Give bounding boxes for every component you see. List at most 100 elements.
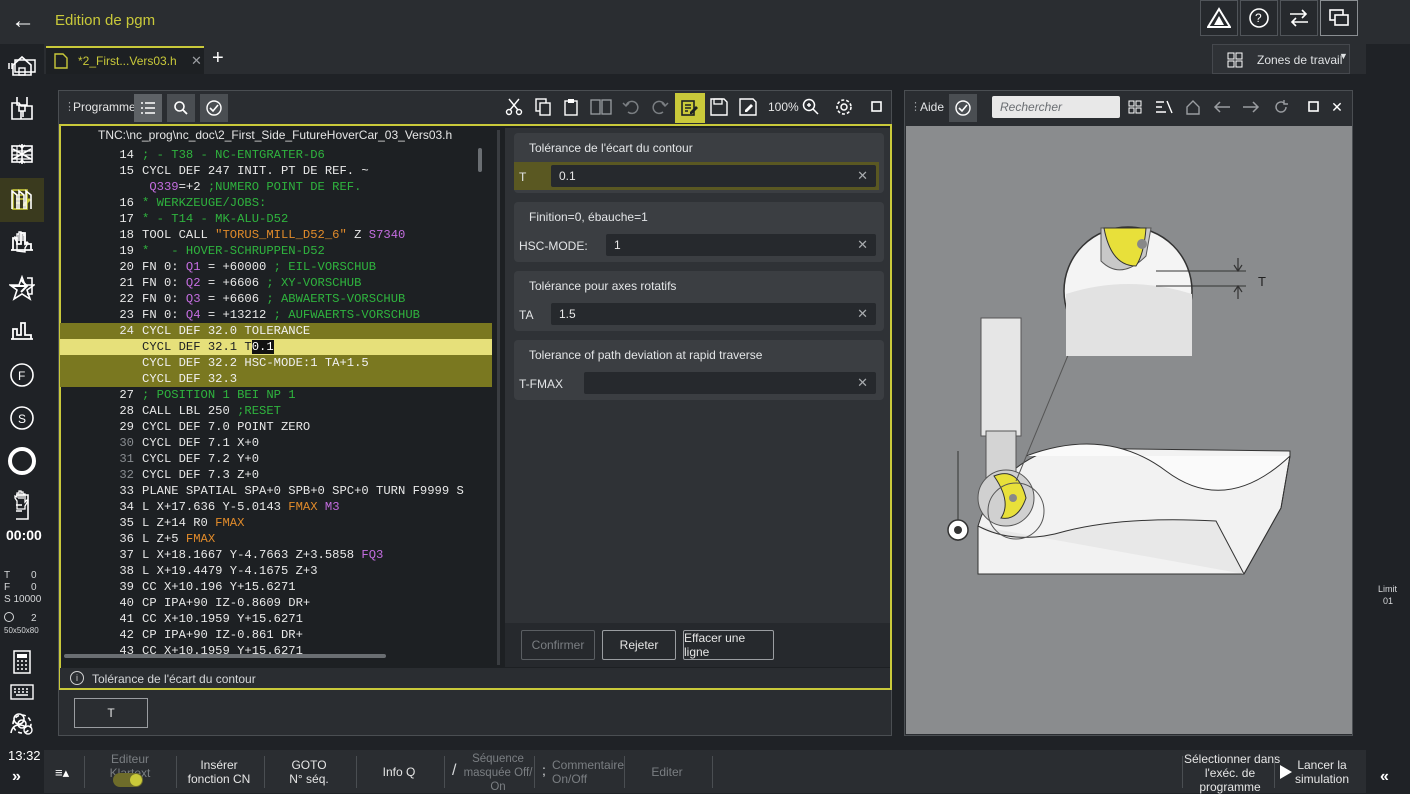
help-check-icon[interactable] xyxy=(949,94,977,122)
horizontal-scrollbar[interactable] xyxy=(64,654,386,658)
help-forward-icon[interactable] xyxy=(1240,96,1262,118)
comment-toggle-button[interactable]: Commentaire On/Off xyxy=(552,758,624,786)
save-as-icon[interactable] xyxy=(737,96,759,118)
warning-icon[interactable] xyxy=(1200,0,1238,36)
code-line[interactable]: CYCL DEF 32.1 T0.1 xyxy=(60,339,492,355)
confirm-button[interactable]: Confirmer xyxy=(521,630,595,660)
cut-icon[interactable] xyxy=(503,96,525,118)
help-filter-icon[interactable] xyxy=(1153,96,1175,118)
reject-button[interactable]: Rejeter xyxy=(602,630,676,660)
help-close-icon[interactable]: ✕ xyxy=(1326,96,1348,118)
close-tab-icon[interactable]: ✕ xyxy=(191,53,202,69)
help-icon[interactable]: ? xyxy=(1240,0,1278,36)
edit-form-icon[interactable] xyxy=(675,93,705,123)
undo-icon[interactable] xyxy=(620,96,642,118)
pane-divider[interactable] xyxy=(497,130,500,665)
masked-block-button[interactable]: Séquence masquée Off/ On xyxy=(462,752,534,794)
list-view-icon[interactable] xyxy=(134,94,162,122)
workspace-zones-dropdown[interactable]: Zones de travail ▼ xyxy=(1212,44,1350,74)
code-line[interactable]: CYCL DEF 32.3 xyxy=(60,371,492,387)
cycle-circle-icon[interactable] xyxy=(0,441,44,481)
redo-icon[interactable] xyxy=(649,96,671,118)
expand-chevrons-icon[interactable]: » xyxy=(12,768,21,786)
copy-icon[interactable] xyxy=(532,96,554,118)
clear-field-icon[interactable]: ✕ xyxy=(857,306,868,322)
code-line[interactable]: 33 PLANE SPATIAL SPA+0 SPB+0 SPC+0 TURN F… xyxy=(60,483,492,499)
help-back-icon[interactable] xyxy=(1211,96,1233,118)
favorites-star-icon[interactable] xyxy=(0,268,44,308)
vertical-scrollbar[interactable] xyxy=(478,148,482,172)
edit-button[interactable]: Editer xyxy=(626,765,708,779)
help-search-input[interactable]: Rechercher xyxy=(992,96,1120,118)
door-icon[interactable] xyxy=(0,487,44,527)
code-line[interactable]: 40 CP IPA+90 IZ-0.8609 DR+ xyxy=(60,595,492,611)
clear-line-button[interactable]: Effacer une ligne xyxy=(683,630,774,660)
code-line[interactable]: 19 * - HOVER-SCHRUPPEN-D52 xyxy=(60,243,492,259)
help-maximize-icon[interactable] xyxy=(1303,96,1325,118)
code-line[interactable]: 31 CYCL DEF 7.2 Y+0 xyxy=(60,451,492,467)
code-line[interactable]: 39 CC X+10.196 Y+15.6271 xyxy=(60,579,492,595)
tab-program-file[interactable]: *2_First...Vers03.h ✕ xyxy=(46,46,204,74)
t-key-button[interactable]: T xyxy=(74,698,148,728)
start-simulation-button[interactable]: Lancer la simulation xyxy=(1294,758,1350,786)
spindle-tool-icon[interactable] xyxy=(0,88,44,128)
code-line[interactable]: 42 CP IPA+90 IZ-0.861 DR+ xyxy=(60,627,492,643)
field-input[interactable]: 1 ✕ xyxy=(606,234,876,256)
code-line[interactable]: 20 FN 0: Q1 = +60000 ; EIL-VORSCHUB xyxy=(60,259,492,275)
nc-code-listing[interactable]: 14 ; - T38 - NC-ENTGRATER-D6 15 CYCL DEF 24… xyxy=(60,145,492,665)
code-line[interactable]: 34 L X+17.636 Y-5.0143 FMAX M3 xyxy=(60,499,492,515)
code-line[interactable]: 32 CYCL DEF 7.3 Z+0 xyxy=(60,467,492,483)
feed-override-icon[interactable]: F xyxy=(0,355,44,395)
code-line[interactable]: 29 CYCL DEF 7.0 POINT ZERO xyxy=(60,419,492,435)
panel-toggle-icon[interactable] xyxy=(0,46,44,86)
add-tab-icon[interactable]: + xyxy=(212,47,224,70)
spindle-override-icon[interactable]: S xyxy=(0,398,44,438)
clear-field-icon[interactable]: ✕ xyxy=(857,168,868,184)
collapse-chevrons-icon[interactable]: « xyxy=(1380,768,1389,786)
code-line[interactable]: 35 L Z+14 R0 FMAX xyxy=(60,515,492,531)
code-line[interactable]: 14 ; - T38 - NC-ENTGRATER-D6 xyxy=(60,147,492,163)
info-q-button[interactable]: Info Q xyxy=(358,765,440,779)
code-line[interactable]: 24 CYCL DEF 32.0 TOLERANCE xyxy=(60,323,492,339)
transfer-icon[interactable] xyxy=(1280,0,1318,36)
code-line[interactable]: 38 L X+19.4479 Y-4.1675 Z+3 xyxy=(60,563,492,579)
code-line[interactable]: 30 CYCL DEF 7.1 X+0 xyxy=(60,435,492,451)
code-line[interactable]: 41 CC X+10.1959 Y+15.6271 xyxy=(60,611,492,627)
field-input[interactable]: ✕ xyxy=(584,372,876,394)
code-line[interactable]: 15 CYCL DEF 247 INIT. PT DE REF. ~ xyxy=(60,163,492,179)
insert-nc-function-button[interactable]: Insérer fonction CN xyxy=(178,758,260,786)
code-line[interactable]: 21 FN 0: Q2 = +6606 ; XY-VORSCHUB xyxy=(60,275,492,291)
code-line[interactable]: 36 L Z+5 FMAX xyxy=(60,531,492,547)
code-line[interactable]: 22 FN 0: Q3 = +6606 ; ABWAERTS-VORSCHUB xyxy=(60,291,492,307)
code-line[interactable]: CYCL DEF 32.2 HSC-MODE:1 TA+1.5 xyxy=(60,355,492,371)
code-line[interactable]: 18 TOOL CALL "TORUS_MILL_D52_6" Z S7340 xyxy=(60,227,492,243)
field-input[interactable]: 1.5 ✕ xyxy=(551,303,876,325)
clear-field-icon[interactable]: ✕ xyxy=(857,237,868,253)
coolant-icon[interactable] xyxy=(0,134,44,174)
windows-icon[interactable] xyxy=(1320,0,1358,36)
goto-block-button[interactable]: GOTO N° séq. xyxy=(266,758,352,786)
help-refresh-icon[interactable] xyxy=(1270,96,1292,118)
machine-setup-icon[interactable] xyxy=(0,310,44,350)
user-icon[interactable] xyxy=(0,704,44,744)
code-line[interactable]: 17 * - T14 - MK-ALU-D52 xyxy=(60,211,492,227)
code-line[interactable]: 23 FN 0: Q4 = +13212 ; AUFWAERTS-VORSCHUB xyxy=(60,307,492,323)
check-circle-icon[interactable] xyxy=(200,94,228,122)
maximize-icon[interactable] xyxy=(866,96,888,118)
fixture-icon[interactable] xyxy=(0,178,44,218)
code-line[interactable]: 27 ; POSITION 1 BEI NP 1 xyxy=(60,387,492,403)
search-icon[interactable] xyxy=(167,94,195,122)
help-home-icon[interactable] xyxy=(1182,96,1204,118)
clear-field-icon[interactable]: ✕ xyxy=(857,375,868,391)
klartext-toggle[interactable] xyxy=(113,773,143,787)
code-line[interactable]: 28 CALL LBL 250 ;RESET xyxy=(60,403,492,419)
compare-icon[interactable] xyxy=(590,96,612,118)
settings-icon[interactable] xyxy=(833,96,855,118)
zoom-level[interactable]: 100% xyxy=(768,100,799,114)
help-grid-icon[interactable] xyxy=(1124,96,1146,118)
menu-icon[interactable]: ≡▴ xyxy=(55,765,69,781)
back-arrow-icon[interactable]: ← xyxy=(8,6,38,36)
select-in-program-run-button[interactable]: Sélectionner dans l'exéc. de programme xyxy=(1184,752,1280,794)
field-input[interactable]: 0.1 ✕ xyxy=(551,165,876,187)
machine-table-icon[interactable] xyxy=(0,222,44,262)
